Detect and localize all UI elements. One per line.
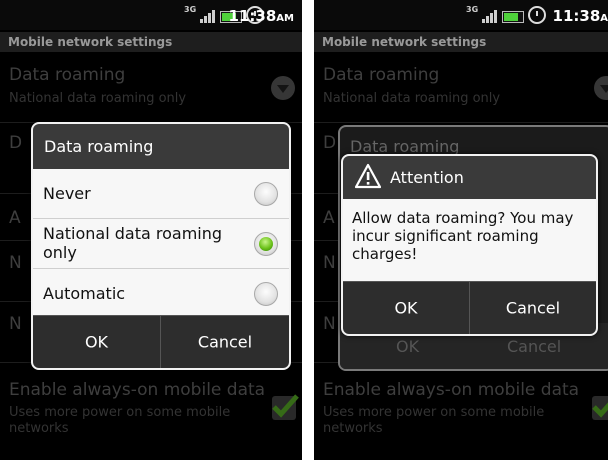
option-label: Automatic	[43, 284, 126, 303]
3g-icon: 3G	[184, 5, 197, 14]
clock-ampm: AM	[276, 13, 294, 24]
option-national[interactable]: National data roaming only	[33, 219, 289, 269]
clock-ampm: AM	[600, 13, 608, 24]
radio-button-selected[interactable]	[254, 232, 278, 256]
attention-dialog: Attention Allow data roaming? You may in…	[341, 154, 598, 336]
status-bar: 3G 11:38AM	[314, 0, 608, 30]
option-label: National data roaming only	[43, 224, 223, 262]
cancel-button[interactable]: Cancel	[161, 316, 289, 368]
clock: 11:38AM	[229, 7, 294, 25]
dialog-title-bar: Data roaming	[33, 124, 289, 169]
cancel-label: Cancel	[505, 298, 561, 318]
ok-button[interactable]: OK	[343, 282, 469, 334]
ok-label: OK	[394, 298, 418, 318]
dialog-message: Allow data roaming? You may incur signif…	[352, 209, 574, 263]
phone-screen-right: 3G 11:38AM Mobile network settings Data …	[314, 0, 608, 460]
3g-icon: 3G	[466, 5, 479, 14]
cancel-button[interactable]: Cancel	[470, 282, 596, 334]
dialog-title-bar: Attention	[343, 156, 596, 199]
warning-icon	[354, 163, 382, 193]
dialog-buttons: OK Cancel	[33, 315, 289, 368]
data-roaming-dialog: Data roaming Never National data roaming…	[31, 122, 291, 370]
dialog-buttons: OK Cancel	[343, 281, 596, 334]
option-automatic[interactable]: Automatic	[33, 269, 289, 318]
clock: 11:38AM	[553, 7, 608, 25]
dialog-title: Attention	[390, 168, 464, 187]
battery-icon	[502, 11, 524, 23]
ok-label: OK	[84, 332, 109, 352]
signal-icon	[482, 9, 497, 23]
signal-icon	[200, 9, 215, 23]
clock-time: 11:38	[552, 7, 601, 25]
dialog-title: Data roaming	[44, 137, 154, 156]
radio-button[interactable]	[254, 282, 278, 306]
option-never[interactable]: Never	[33, 169, 289, 219]
radio-button[interactable]	[254, 182, 278, 206]
clock-time: 11:38	[228, 7, 277, 25]
cancel-label: Cancel	[197, 332, 253, 352]
alarm-icon	[528, 6, 546, 24]
background-cancel-label: Cancel	[507, 337, 562, 356]
option-label: Never	[43, 184, 91, 203]
status-bar: 3G 11:38AM	[0, 0, 302, 30]
background-ok-label: OK	[396, 337, 420, 356]
phone-screen-left: 3G 11:38AM Mobile network settings Data …	[0, 0, 302, 460]
ok-button[interactable]: OK	[33, 316, 160, 368]
